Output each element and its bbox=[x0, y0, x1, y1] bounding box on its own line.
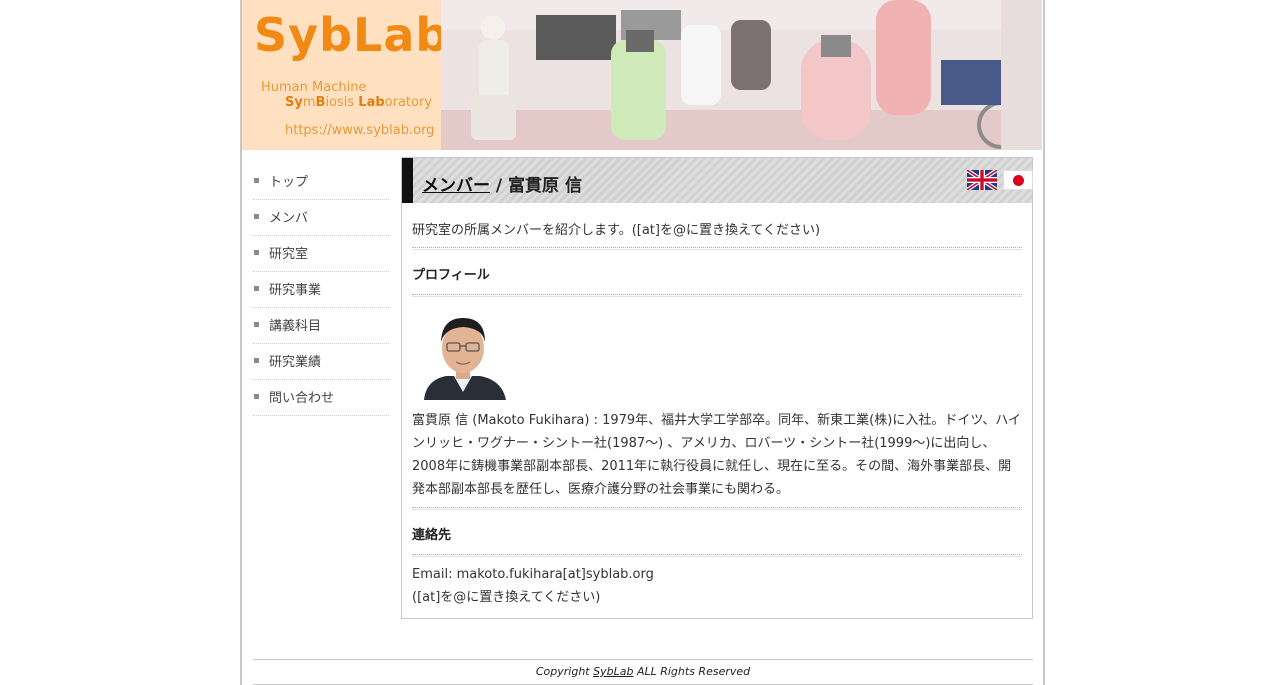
bullet-icon bbox=[254, 214, 259, 219]
english-flag-icon[interactable] bbox=[965, 168, 999, 192]
footer-syblab-link[interactable]: SybLab bbox=[593, 665, 633, 678]
page-title: メンバー / 富貫原 信 bbox=[422, 171, 582, 196]
email-note: ([at]を@に置き換えてください) bbox=[412, 590, 601, 605]
divider bbox=[412, 507, 1022, 510]
divider bbox=[412, 294, 1022, 297]
main-content: メンバー / 富貫原 信 研究室の所属メンバーを紹介します。([at]を@に置き… bbox=[401, 157, 1033, 619]
sidebar-item-publications[interactable]: 研究業績 bbox=[253, 345, 389, 380]
logo-subtitle-line2: SymBiosis Laboratory bbox=[285, 95, 433, 110]
sidebar-item-top[interactable]: トップ bbox=[253, 165, 389, 200]
sidebar-item-lab[interactable]: 研究室 bbox=[253, 237, 389, 272]
bullet-icon bbox=[254, 250, 259, 255]
sidebar-item-courses[interactable]: 講義科目 bbox=[253, 309, 389, 344]
flag-disc bbox=[1013, 175, 1024, 186]
sidebar-item-label: 研究業績 bbox=[269, 355, 322, 370]
footer-divider-top bbox=[253, 659, 1033, 660]
bullet-icon bbox=[254, 394, 259, 399]
header-robots-photo bbox=[441, 0, 1042, 150]
logo-subtitle-line1: Human Machine bbox=[261, 80, 367, 95]
logo-url: https://www.syblab.org bbox=[285, 123, 435, 138]
bullet-icon bbox=[254, 178, 259, 183]
sidebar-item-label: 講義科目 bbox=[269, 319, 322, 334]
header-accent-bar bbox=[402, 158, 413, 203]
logo-title: SybLab bbox=[254, 8, 450, 62]
divider bbox=[412, 247, 1022, 250]
robots-photo-illustration bbox=[441, 0, 1042, 150]
members-breadcrumb-link[interactable]: メンバー bbox=[422, 176, 490, 196]
divider bbox=[412, 554, 1022, 557]
sidebar-item-label: メンバ bbox=[269, 211, 309, 226]
sidebar-item-label: 問い合わせ bbox=[269, 391, 335, 406]
footer-copyright: Copyright SybLab ALL Rights Reserved bbox=[535, 665, 751, 678]
site-header: SybLab Human Machine SymBiosis Laborator… bbox=[242, 0, 1043, 150]
bullet-icon bbox=[254, 358, 259, 363]
content-header: メンバー / 富貫原 信 bbox=[402, 158, 1033, 203]
intro-text: 研究室の所属メンバーを紹介します。([at]を@に置き換えてください) bbox=[412, 223, 821, 238]
page-title-name: / 富貫原 信 bbox=[490, 176, 582, 196]
email-text: Email: makoto.fukihara[at]syblab.org bbox=[412, 567, 654, 582]
sidebar-item-projects[interactable]: 研究事業 bbox=[253, 273, 389, 308]
japanese-flag-icon[interactable] bbox=[1003, 170, 1033, 190]
page-wrapper: SybLab Human Machine SymBiosis Laborator… bbox=[240, 0, 1045, 685]
sidebar-item-label: 研究事業 bbox=[269, 283, 322, 298]
sidebar-item-members[interactable]: メンバ bbox=[253, 201, 389, 236]
bullet-icon bbox=[254, 286, 259, 291]
member-bio: 富貫原 信 (Makoto Fukihara) : 1979年、福井大学工学部卒… bbox=[412, 413, 1022, 497]
logo-block[interactable]: SybLab Human Machine SymBiosis Laborator… bbox=[242, 0, 448, 150]
sidebar-item-label: トップ bbox=[269, 175, 309, 190]
bullet-icon bbox=[254, 322, 259, 327]
sidebar-item-contact[interactable]: 問い合わせ bbox=[253, 381, 389, 416]
contact-heading: 連絡先 bbox=[412, 528, 452, 543]
member-portrait bbox=[416, 312, 510, 400]
profile-heading: プロフィール bbox=[412, 268, 490, 283]
sidebar-nav: トップ メンバ 研究室 研究事業 講義科目 研究業績 問い合わせ bbox=[253, 165, 389, 417]
sidebar-item-label: 研究室 bbox=[269, 247, 309, 262]
